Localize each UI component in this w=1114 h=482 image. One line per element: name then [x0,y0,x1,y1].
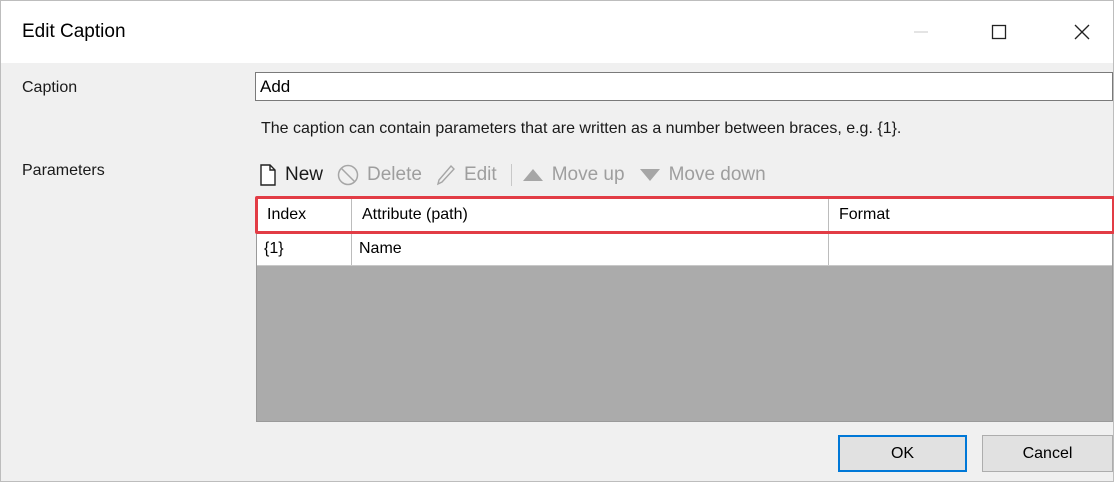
close-button[interactable] [1060,11,1104,53]
delete-button[interactable]: Delete [337,164,422,186]
pencil-icon [436,164,455,186]
close-icon [1074,24,1090,40]
table-row[interactable]: {1} Name [257,232,1112,266]
window-title: Edit Caption [22,21,126,42]
column-header-index[interactable]: Index [257,199,352,231]
maximize-button[interactable] [977,11,1021,53]
edit-caption-dialog: Edit Caption Caption The caption can con… [0,0,1114,482]
caption-help-text: The caption can contain parameters that … [261,120,902,137]
cell-format [829,232,1112,265]
caption-input[interactable] [255,72,1113,101]
grid-header: Index Attribute (path) Format [257,199,1112,232]
cancel-button[interactable]: Cancel [982,435,1113,472]
edit-button-label: Edit [463,164,497,185]
triangle-down-icon [639,169,660,181]
parameters-grid: Index Attribute (path) Format {1} Name [256,198,1113,422]
column-header-format[interactable]: Format [829,199,1112,231]
move-up-button[interactable]: Move up [522,164,625,186]
column-header-attribute[interactable]: Attribute (path) [352,199,829,231]
title-bar: Edit Caption [1,1,1113,63]
maximize-icon [991,24,1007,40]
cell-attribute: Name [352,232,829,265]
move-up-button-label: Move up [551,164,625,185]
parameters-label: Parameters [22,162,105,179]
ok-button[interactable]: OK [838,435,967,472]
move-down-button[interactable]: Move down [639,164,766,186]
prohibited-icon [337,164,359,186]
move-down-button-label: Move down [668,164,766,185]
toolbar-separator [510,164,512,186]
minimize-button[interactable] [899,11,943,53]
parameters-toolbar: New Delete Edit Move up Move down [259,159,780,191]
caption-label: Caption [22,79,78,96]
minimize-icon [914,31,928,33]
new-document-icon [260,164,276,186]
cell-index: {1} [257,232,352,265]
delete-button-label: Delete [367,164,422,185]
new-button-label: New [285,164,324,185]
edit-button[interactable]: Edit [436,164,497,186]
triangle-up-icon [522,169,543,181]
new-button[interactable]: New [259,164,323,186]
